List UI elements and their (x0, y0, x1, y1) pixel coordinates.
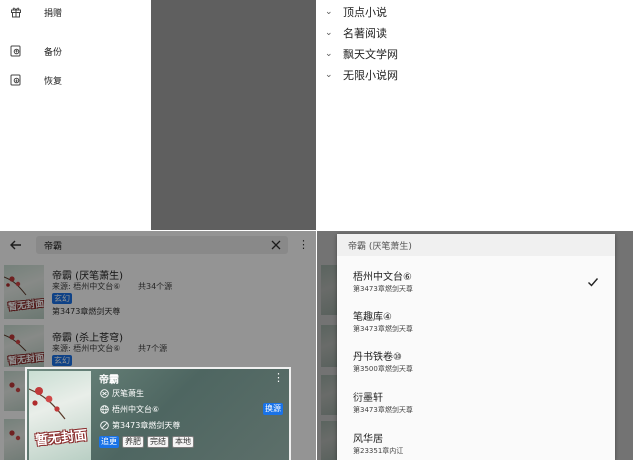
source-group-item[interactable]: ⌄ 名著阅读 (325, 24, 387, 42)
card-book-title: 帝霸 (99, 375, 119, 386)
change-source-panel: 帝霸 (厌笔萧生) 梧州中文台⑥ 第3473章燃剑天尊 笔趣库④ 第3473章燃… (317, 231, 633, 460)
latest-row: 第3473章燃剑天尊 (99, 419, 180, 431)
source-group-label: 无限小说网 (343, 69, 398, 82)
source-groups-panel: ⌄ 顶点小说 ⌄ 名著阅读 ⌄ 飘天文学网 ⌄ 无限小说网 (317, 0, 633, 230)
menu-item-label: 恢复 (44, 76, 63, 87)
source-option-chapter: 第23351章内讧 (353, 447, 404, 455)
source-option[interactable]: 笔趣库④ 第3473章燃剑天尊 (337, 304, 615, 340)
source-group-item[interactable]: ⌄ 飘天文学网 (325, 45, 398, 63)
source-picker-dialog: 帝霸 (厌笔萧生) 梧州中文台⑥ 第3473章燃剑天尊 笔趣库④ 第3473章燃… (337, 234, 615, 460)
source-option-name: 衍墨轩 (353, 393, 383, 404)
tag-fatten[interactable]: 养肥 (122, 435, 144, 448)
globe-icon (99, 404, 109, 414)
tag-following[interactable]: 追更 (99, 435, 119, 448)
chevron-down-icon: ⌄ (325, 49, 333, 59)
source-group-item[interactable]: ⌄ 顶点小说 (325, 3, 387, 21)
tag-local[interactable]: 本地 (172, 435, 194, 448)
settings-menu: 捐赠 备份 恢复 (0, 0, 151, 230)
restore-icon (10, 74, 22, 86)
source-option[interactable]: 丹书铁卷⑩ 第3500章燃剑天尊 (337, 344, 615, 380)
source-option-name: 风华居 (353, 434, 383, 445)
source-option-name: 梧州中文台⑥ (353, 272, 412, 283)
source-group-label: 名著阅读 (343, 27, 387, 40)
source-group-label: 顶点小说 (343, 6, 387, 19)
card-latest-chapter: 第3473章燃剑天尊 (112, 420, 181, 430)
menu-item-restore[interactable]: 恢复 (0, 70, 151, 90)
source-group-item[interactable]: ⌄ 无限小说网 (325, 66, 398, 84)
more-vert-icon[interactable]: ⋮ (273, 371, 284, 384)
chevron-down-icon: ⌄ (325, 28, 333, 38)
source-option-chapter: 第3473章燃剑天尊 (353, 406, 413, 414)
source-option-chapter: 第3500章燃剑天尊 (353, 365, 413, 373)
source-row: 梧州中文台⑥ (99, 403, 159, 415)
source-option-chapter: 第3473章燃剑天尊 (353, 285, 413, 293)
tag-finished[interactable]: 完结 (147, 435, 169, 448)
author-row: 厌笔萧生 (99, 387, 144, 399)
menu-item-donate[interactable]: 捐赠 (0, 2, 151, 22)
chevron-down-icon: ⌄ (325, 70, 333, 80)
source-option-chapter: 第3473章燃剑天尊 (353, 325, 413, 333)
source-option-name: 笔趣库④ (353, 312, 392, 323)
search-results-panel: 帝霸 ⋮ 暂无封面 帝霸 (厌笔萧生) 来源: 梧州中文台⑥ 共34个源 玄幻 … (0, 231, 316, 460)
shelf-tags: 追更 养肥 完结 本地 (99, 435, 194, 448)
change-source-button[interactable]: 换源 (263, 403, 283, 415)
book-detail-card: 暂无封面 帝霸 ⋮ 厌笔萧生 梧州中文台⑥ 换源 第3473章燃剑天尊 追更 养… (25, 367, 291, 460)
dialog-title: 帝霸 (厌笔萧生) (348, 242, 412, 252)
settings-menu-panel: 捐赠 备份 恢复 (0, 0, 316, 230)
book-cover: 暂无封面 (29, 371, 91, 460)
dialog-header: 帝霸 (厌笔萧生) (337, 234, 615, 256)
menu-item-label: 捐赠 (44, 8, 63, 19)
gift-icon (10, 6, 22, 18)
menu-item-backup[interactable]: 备份 (0, 41, 151, 61)
source-option-name: 丹书铁卷⑩ (353, 352, 402, 363)
card-source: 梧州中文台⑥ (112, 404, 160, 414)
source-option[interactable]: 梧州中文台⑥ 第3473章燃剑天尊 (337, 264, 615, 300)
check-icon (587, 276, 599, 288)
card-author: 厌笔萧生 (112, 388, 144, 398)
update-icon (99, 420, 109, 430)
author-icon (99, 388, 109, 398)
backup-icon (10, 45, 22, 57)
source-group-label: 飘天文学网 (343, 48, 398, 61)
source-option[interactable]: 衍墨轩 第3473章燃剑天尊 (337, 385, 615, 421)
menu-item-label: 备份 (44, 47, 63, 58)
source-option[interactable]: 风华居 第23351章内讧 (337, 426, 615, 460)
chevron-down-icon: ⌄ (325, 7, 333, 17)
